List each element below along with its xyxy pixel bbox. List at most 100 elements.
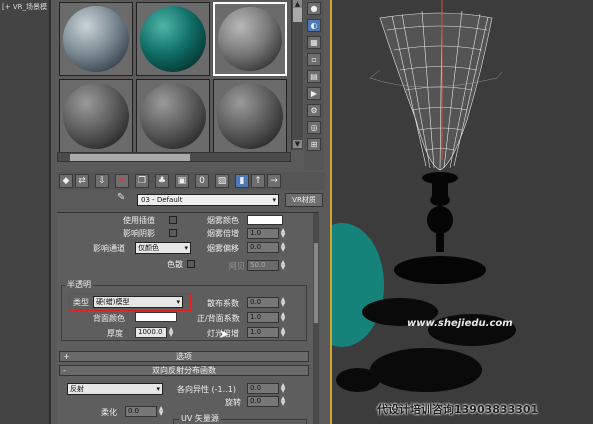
mouse-cursor-icon: ➤ — [219, 327, 230, 341]
sample-slots-grid — [57, 0, 289, 153]
go-forward-sibling-icon[interactable]: → — [267, 174, 281, 188]
affect-shadows-checkbox[interactable] — [169, 229, 177, 237]
chevron-down-icon[interactable]: ▾ — [156, 384, 160, 394]
reset-map-icon[interactable]: ✕ — [115, 174, 129, 188]
anisotropy-spinner[interactable]: 0.0 ▲ ▼ — [247, 383, 285, 394]
material-toolbar: ◆ ⇄ ⇩ ✕ ❐ ♣ ▣ 0 ▧ ▮ ↑ → — [57, 172, 325, 190]
sample-slot-5[interactable] — [136, 79, 210, 153]
chevron-down-icon[interactable]: ▾ — [184, 243, 188, 253]
fwd-bck-coef-spinner[interactable]: 1.0 ▲ ▼ — [247, 312, 285, 323]
spinner-arrows-icon[interactable]: ▲ ▼ — [279, 396, 287, 407]
eyedropper-icon[interactable]: ✎ — [117, 192, 125, 203]
scroll-up-icon[interactable]: ▲ — [293, 0, 302, 8]
spinner-arrows-icon[interactable]: ▲ ▼ — [157, 406, 165, 417]
material-map-navigator-icon[interactable]: ⊞ — [307, 138, 321, 151]
spinner-arrows-icon[interactable]: ▲ ▼ — [279, 260, 287, 271]
show-map-icon[interactable]: ▧ — [215, 174, 229, 188]
material-type-button[interactable]: VR材质 — [285, 193, 323, 207]
sample-slot-4[interactable] — [59, 79, 133, 153]
teal-object — [332, 223, 384, 347]
spinner-arrows-icon[interactable]: ▲ ▼ — [279, 312, 287, 323]
scene-render — [332, 0, 516, 392]
abbe-value: 50.0 — [250, 261, 266, 269]
spinner-arrows-icon[interactable]: ▲ ▼ — [279, 242, 287, 253]
select-by-material-icon[interactable]: ◎ — [307, 121, 321, 134]
go-to-parent-icon[interactable]: ↑ — [251, 174, 265, 188]
put-material-icon[interactable]: ⇄ — [75, 174, 89, 188]
parameters-scroll-thumb[interactable] — [314, 243, 318, 323]
make-preview-icon[interactable]: ▶ — [307, 87, 321, 100]
options-rollout-title: 选项 — [176, 352, 192, 361]
thickness-value: 1000.0 — [138, 328, 163, 336]
hscroll-thumb[interactable] — [70, 154, 190, 161]
material-id-channel-icon[interactable]: 0 — [195, 174, 209, 188]
chevron-down-icon[interactable]: ▾ — [272, 195, 276, 205]
back-color-swatch[interactable] — [135, 312, 177, 322]
sample-slots-hscrollbar[interactable] — [57, 152, 291, 162]
thickness-spinner[interactable]: 1000.0 ▲ ▼ — [135, 327, 173, 338]
sample-sphere-textured — [63, 6, 129, 72]
sample-slot-6[interactable] — [213, 79, 287, 153]
show-end-result-icon[interactable]: ▮ — [235, 174, 249, 188]
brdf-type-dropdown[interactable]: 反射 ▾ — [67, 383, 163, 395]
parameters-scrollbar[interactable] — [313, 213, 319, 424]
scatter-coef-spinner[interactable]: 0.0 ▲ ▼ — [247, 297, 285, 308]
backlight-icon[interactable]: ◐ — [307, 19, 321, 32]
scrollbar-thumb[interactable] — [293, 8, 302, 22]
copy-material-icon[interactable]: ❐ — [135, 174, 149, 188]
fog-color-swatch[interactable] — [247, 215, 283, 225]
spinner-arrows-icon[interactable]: ▲ ▼ — [167, 327, 175, 338]
fog-bias-spinner[interactable]: 0.0 ▲ ▼ — [247, 242, 285, 253]
video-color-check-icon[interactable]: ▤ — [307, 70, 321, 83]
light-multiplier-spinner[interactable]: 1.0 ▲ ▼ — [247, 327, 285, 338]
abbe-spinner[interactable]: 50.0 ▲ ▼ — [247, 260, 285, 271]
sample-sphere-default — [140, 83, 206, 149]
get-material-icon[interactable]: ◆ — [59, 174, 73, 188]
sample-slots-scrollbar[interactable]: ▲ ▼ — [291, 0, 303, 150]
sample-slot-2[interactable] — [136, 2, 210, 76]
app-root: [+ VR_场景模 ▲ ▼ ● ◐ ▦ ▫ ▤ ▶ ⚙ ◎ ⊞ ◆ ⇄ ⇩ ✕ … — [0, 0, 593, 424]
uv-vectors-title: UV 矢量源 — [179, 413, 221, 424]
fog-multiplier-spinner[interactable]: 1.0 ▲ ▼ — [247, 228, 285, 239]
sample-slot-1[interactable] — [59, 2, 133, 76]
fog-color-label: 烟雾颜色 — [207, 216, 239, 225]
background-icon[interactable]: ▦ — [307, 36, 321, 49]
soften-value: 0.0 — [128, 407, 140, 415]
spinner-arrows-icon[interactable]: ▲ ▼ — [279, 383, 287, 394]
put-to-library-icon[interactable]: ▣ — [175, 174, 189, 188]
material-name-field[interactable]: 03 - Default ▾ — [137, 194, 279, 206]
material-editor-panel: ▲ ▼ ● ◐ ▦ ▫ ▤ ▶ ⚙ ◎ ⊞ ◆ ⇄ ⇩ ✕ ❐ ♣ ▣ 0 ▧ — [50, 0, 330, 424]
sample-slot-3[interactable] — [213, 2, 287, 76]
spinner-arrows-icon[interactable]: ▲ ▼ — [279, 327, 287, 338]
scatter-coef-value: 0.0 — [250, 298, 262, 306]
soften-spinner[interactable]: 0.0 ▲ ▼ — [125, 406, 163, 417]
left-viewport[interactable]: [+ VR_场景模 — [0, 0, 50, 424]
options-icon[interactable]: ⚙ — [307, 104, 321, 117]
make-unique-icon[interactable]: ♣ — [155, 174, 169, 188]
sample-sphere-teal — [140, 6, 206, 72]
sample-type-icon[interactable]: ● — [307, 2, 321, 15]
spinner-arrows-icon[interactable]: ▲ ▼ — [279, 297, 287, 308]
material-name-row: ✎ 03 - Default ▾ VR材质 — [57, 192, 325, 208]
sample-sphere-default — [217, 83, 283, 149]
uv-tiling-icon[interactable]: ▫ — [307, 53, 321, 66]
assign-material-icon[interactable]: ⇩ — [95, 174, 109, 188]
brdf-rollout[interactable]: - 双向反射分布函数 — [59, 365, 309, 376]
chevron-down-icon[interactable]: ▾ — [176, 297, 180, 307]
fog-bias-value: 0.0 — [250, 243, 262, 251]
pebble — [370, 348, 482, 392]
scroll-down-icon[interactable]: ▼ — [293, 140, 302, 148]
sample-side-toolbar: ● ◐ ▦ ▫ ▤ ▶ ⚙ ◎ ⊞ — [304, 0, 324, 170]
viewport-label[interactable]: [+ VR_场景模 — [2, 2, 50, 12]
dispersion-checkbox[interactable] — [187, 260, 195, 268]
rotation-spinner[interactable]: 0.0 ▲ ▼ — [247, 396, 285, 407]
perspective-viewport[interactable]: www.shejiedu.com — [330, 0, 593, 424]
brdf-rollout-title: 双向反射分布函数 — [152, 366, 216, 375]
rotation-value: 0.0 — [250, 397, 262, 405]
spinner-arrows-icon[interactable]: ▲ ▼ — [279, 228, 287, 239]
thickness-label: 厚度 — [107, 329, 123, 338]
affect-channels-dropdown[interactable]: 仅颜色 ▾ — [135, 242, 191, 254]
use-interpolation-checkbox[interactable] — [169, 216, 177, 224]
options-rollout[interactable]: + 选项 — [59, 351, 309, 362]
translucency-type-dropdown[interactable]: 硬(蜡)模型 ▾ — [93, 296, 183, 308]
